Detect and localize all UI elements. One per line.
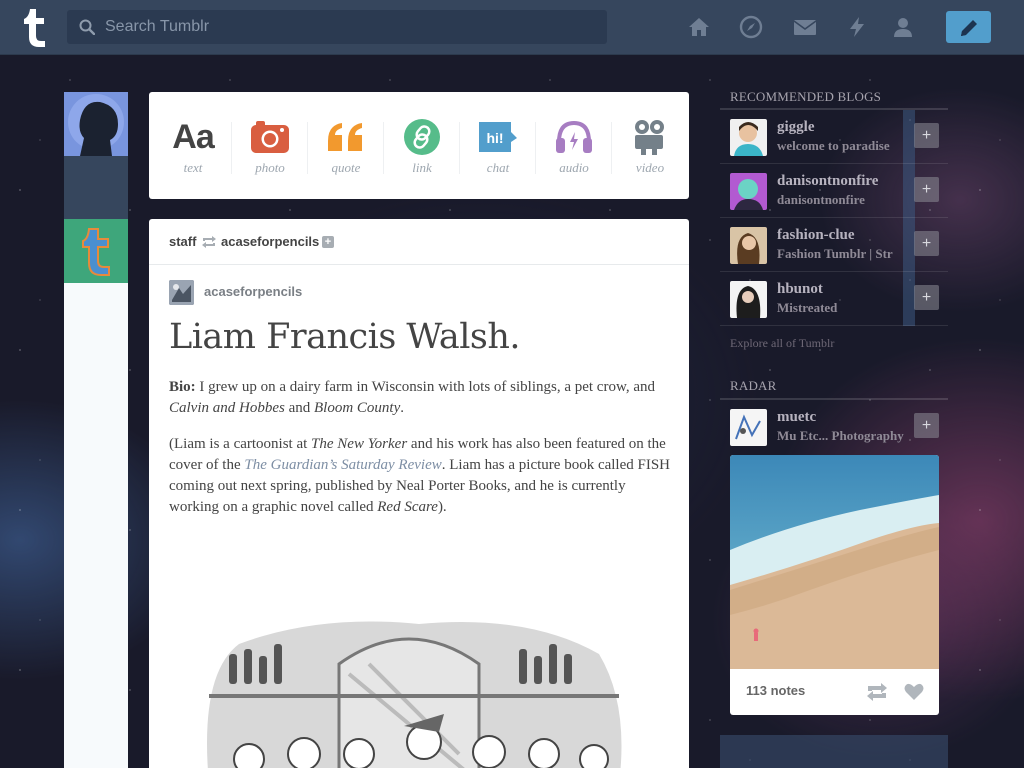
home-icon[interactable] bbox=[687, 15, 711, 39]
explore-tumblr-link[interactable]: Explore all of Tumblr bbox=[730, 336, 834, 351]
search-input[interactable] bbox=[105, 10, 595, 44]
top-navigation-bar bbox=[0, 0, 1024, 55]
post-type-audio[interactable]: audio bbox=[536, 118, 612, 178]
recommended-blogs-heading: RECOMMENDED BLOGS bbox=[730, 89, 882, 104]
radar-heading: RADAR bbox=[730, 378, 777, 393]
radar-post-card: 113 notes bbox=[730, 455, 939, 715]
sidebar-bottom-panel bbox=[720, 735, 948, 768]
post-body: Bio: I grew up on a dairy farm in Wiscon… bbox=[169, 377, 674, 533]
post-type-chat[interactable]: hi! chat bbox=[460, 118, 536, 178]
source-avatar[interactable] bbox=[169, 280, 194, 305]
staff-avatar[interactable] bbox=[64, 219, 128, 283]
blog-avatar[interactable] bbox=[730, 173, 767, 210]
compose-pencil-icon bbox=[961, 20, 977, 36]
search-icon bbox=[79, 19, 95, 35]
reblogger-name[interactable]: staff bbox=[169, 234, 196, 249]
activity-lightning-icon[interactable] bbox=[845, 15, 869, 39]
text-aa-icon: Aa bbox=[172, 117, 214, 156]
user-avatar[interactable] bbox=[64, 92, 128, 156]
compose-button[interactable] bbox=[946, 11, 991, 43]
follow-button[interactable]: + bbox=[914, 285, 939, 310]
follow-button[interactable]: + bbox=[914, 177, 939, 202]
chat-bubble-icon: hi! bbox=[479, 122, 517, 152]
dashboard-post: staff acaseforpencils + acaseforpencils … bbox=[149, 219, 689, 768]
radar-beach-photo[interactable] bbox=[730, 455, 939, 669]
search-box[interactable] bbox=[67, 10, 607, 44]
reblog-icon[interactable] bbox=[866, 682, 888, 702]
follow-button[interactable]: + bbox=[914, 413, 939, 438]
recommended-blog-item[interactable]: giggle welcome to paradise + bbox=[720, 110, 948, 164]
description-paragraph: (Liam is a cartoonist at The New Yorker … bbox=[169, 436, 671, 515]
blog-avatar[interactable] bbox=[730, 227, 767, 264]
recommended-blog-item[interactable]: danisontnonfire danisontnonfire + bbox=[720, 164, 948, 218]
cartoon-illustration[interactable] bbox=[199, 614, 624, 768]
post-title: Liam Francis Walsh. bbox=[169, 317, 521, 357]
reblog-icon bbox=[202, 236, 216, 248]
inbox-mail-icon[interactable] bbox=[793, 15, 817, 39]
follow-button[interactable]: + bbox=[914, 231, 939, 256]
camera-icon bbox=[251, 121, 289, 153]
radar-blog-item[interactable]: muetc Mu Etc... Photography + bbox=[720, 400, 948, 454]
follow-plus-icon[interactable]: + bbox=[322, 236, 334, 248]
post-header: staff acaseforpencils + bbox=[149, 219, 689, 265]
quote-icon bbox=[328, 123, 362, 151]
notes-count[interactable]: 113 notes bbox=[746, 683, 805, 698]
post-type-photo[interactable]: photo bbox=[232, 118, 308, 178]
follow-button[interactable]: + bbox=[914, 123, 939, 148]
avatar-rail bbox=[64, 92, 128, 768]
guardian-link[interactable]: The Guardian’s Saturday Review bbox=[244, 457, 441, 473]
link-icon bbox=[404, 119, 440, 155]
headphones-icon bbox=[556, 120, 592, 153]
recommended-blog-item[interactable]: hbunot Mistreated + bbox=[720, 272, 948, 326]
bio-paragraph: Bio: I grew up on a dairy farm in Wiscon… bbox=[169, 379, 655, 416]
reblogged-from-name[interactable]: acaseforpencils bbox=[221, 234, 319, 249]
tumblr-logo[interactable] bbox=[18, 6, 50, 48]
video-camera-icon bbox=[635, 120, 664, 155]
account-person-icon[interactable] bbox=[891, 15, 915, 39]
post-type-bar: Aa text photo quote link hi! chat audio … bbox=[149, 92, 689, 199]
post-type-quote[interactable]: quote bbox=[308, 118, 384, 178]
blog-avatar[interactable] bbox=[730, 281, 767, 318]
blog-avatar[interactable] bbox=[730, 119, 767, 156]
blog-avatar[interactable] bbox=[730, 409, 767, 446]
like-heart-icon[interactable] bbox=[904, 682, 924, 701]
explore-compass-icon[interactable] bbox=[739, 15, 763, 39]
post-type-text[interactable]: Aa text bbox=[155, 118, 231, 178]
post-type-link[interactable]: link bbox=[384, 118, 460, 178]
recommended-blog-item[interactable]: fashion-clue Fashion Tumblr | Str + bbox=[720, 218, 948, 272]
post-type-video[interactable]: video bbox=[612, 118, 688, 178]
svg-text:hi!: hi! bbox=[486, 130, 503, 146]
source-blog-name[interactable]: acaseforpencils bbox=[204, 284, 302, 299]
